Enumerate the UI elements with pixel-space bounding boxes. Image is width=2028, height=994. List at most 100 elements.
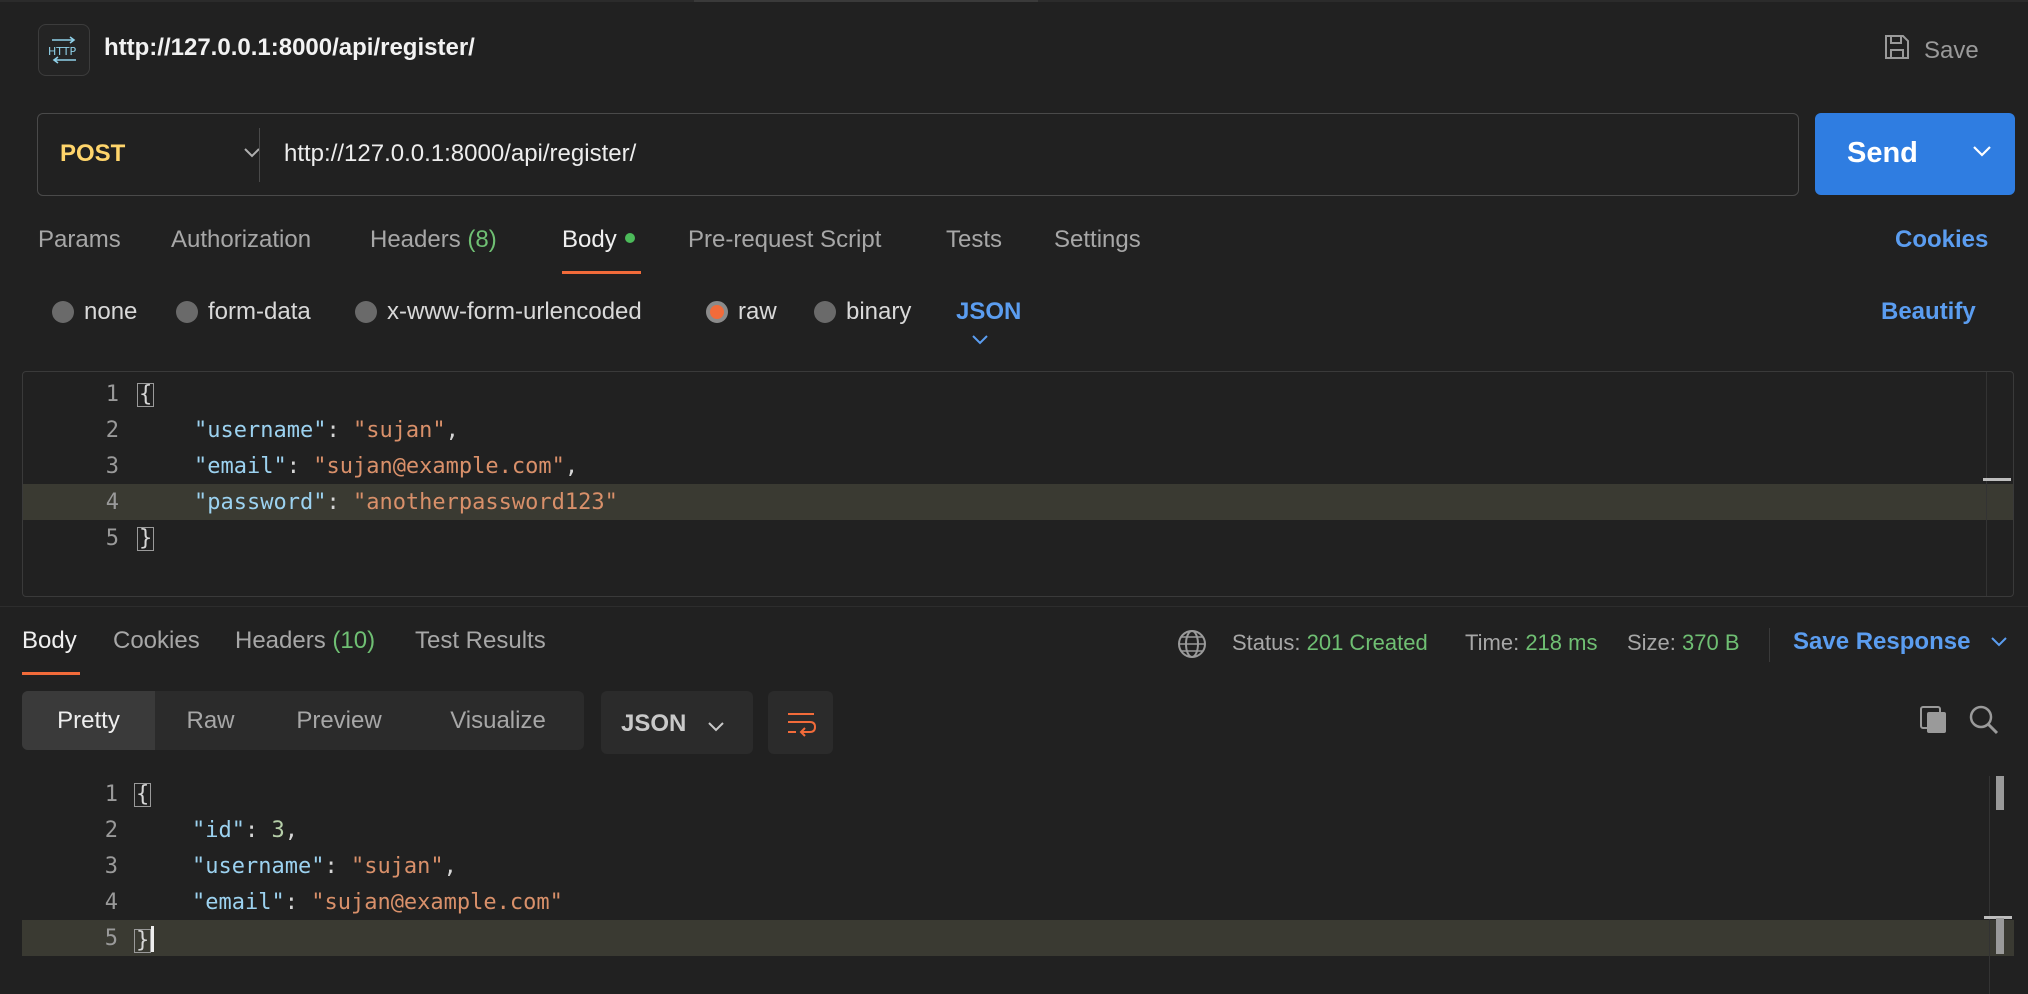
code-line: 3 "email": "sujan@example.com", [23, 448, 2013, 484]
time-info[interactable]: Time: 218 ms [1465, 630, 1597, 656]
code-line: 5 } [23, 520, 2013, 556]
copy-icon[interactable] [1917, 703, 1951, 742]
radio-circle-selected [706, 301, 728, 323]
json-value: "sujan" [352, 418, 446, 443]
line-number: 4 [105, 490, 119, 515]
search-icon[interactable] [1967, 703, 2001, 742]
request-header: HTTP http://127.0.0.1:8000/api/register/… [0, 0, 2028, 100]
tab-response-cookies[interactable]: Cookies [113, 627, 200, 655]
view-pretty-button[interactable]: Pretty [22, 691, 155, 750]
tab-response-headers-label: Headers [235, 627, 326, 654]
code-line: 3 "username": "sujan", [22, 848, 2014, 884]
size-info[interactable]: Size: 370 B [1627, 630, 1740, 656]
tab-active-underline [562, 271, 641, 274]
url-input[interactable]: http://127.0.0.1:8000/api/register/ [284, 140, 636, 168]
line-number: 5 [105, 526, 119, 551]
radio-raw[interactable]: raw [706, 298, 777, 326]
radio-circle [176, 301, 198, 323]
line-number: 1 [104, 782, 118, 807]
line-number: 4 [104, 890, 118, 915]
json-value: "sujan@example.com" [313, 454, 565, 479]
save-button[interactable]: Save [1882, 32, 1979, 69]
save-response-button[interactable]: Save Response [1793, 628, 2009, 656]
open-brace: { [137, 382, 155, 407]
status-info[interactable]: Status: 201 Created [1232, 630, 1428, 656]
response-format-label: JSON [621, 710, 687, 737]
code-line-highlighted: 4 "password": "anotherpassword123" [23, 484, 2013, 520]
tab-tests[interactable]: Tests [946, 226, 1002, 254]
tab-test-results[interactable]: Test Results [415, 627, 546, 655]
json-value: "sujan@example.com" [311, 890, 563, 915]
close-brace: } [134, 928, 152, 953]
radio-none-label: none [84, 298, 138, 325]
chevron-down-icon [970, 326, 990, 353]
request-body-editor[interactable]: 1 { 2 "username": "sujan", 3 "email": "s… [22, 371, 2014, 597]
chevron-down-icon [706, 713, 726, 741]
json-key: "email" [192, 890, 285, 915]
tab-body[interactable]: Body [562, 226, 635, 254]
text-cursor [151, 926, 155, 952]
url-bar: POST http://127.0.0.1:8000/api/register/ [37, 113, 1799, 196]
send-options-chevron-icon[interactable] [1971, 143, 1993, 164]
tab-response-headers[interactable]: Headers (10) [235, 627, 375, 655]
tab-authorization[interactable]: Authorization [171, 226, 311, 254]
send-label: Send [1847, 137, 1918, 169]
editor-scrollbar[interactable] [1986, 372, 1987, 596]
viewer-scrollbar[interactable] [1989, 776, 1990, 994]
pane-divider[interactable] [0, 606, 2028, 607]
code-line: 1 { [23, 376, 2013, 412]
code-line: 4 "email": "sujan@example.com" [22, 884, 2014, 920]
save-label: Save [1924, 36, 1979, 64]
svg-text:HTTP: HTTP [48, 45, 77, 58]
request-title: http://127.0.0.1:8000/api/register/ [104, 34, 475, 61]
save-response-label: Save Response [1793, 628, 1971, 655]
chevron-down-icon [1989, 628, 2009, 655]
beautify-button[interactable]: Beautify [1881, 298, 1976, 326]
body-modified-dot [624, 233, 635, 243]
wrap-lines-icon[interactable] [768, 691, 833, 754]
cookies-link[interactable]: Cookies [1895, 226, 1988, 254]
view-visualize-button[interactable]: Visualize [412, 691, 584, 750]
http-icon: HTTP [38, 24, 90, 76]
globe-icon[interactable] [1176, 628, 1208, 666]
tab-response-headers-count: (10) [332, 627, 376, 654]
line-number: 1 [105, 382, 119, 407]
view-preview-button[interactable]: Preview [266, 691, 412, 750]
scrollbar-thumb[interactable] [1996, 776, 2004, 810]
radio-urlencoded-label: x-www-form-urlencoded [387, 298, 642, 325]
radio-binary-label: binary [846, 298, 912, 325]
tab-pre-request-script[interactable]: Pre-request Script [688, 226, 881, 254]
tab-params[interactable]: Params [38, 226, 121, 254]
line-number: 3 [105, 454, 119, 479]
tab-headers[interactable]: Headers (8) [370, 226, 497, 254]
line-number: 2 [104, 818, 118, 843]
view-raw-button[interactable]: Raw [155, 691, 266, 750]
radio-x-www-form-urlencoded[interactable]: x-www-form-urlencoded [355, 298, 642, 326]
time-value: 218 ms [1525, 630, 1598, 655]
response-format-select[interactable]: JSON [601, 691, 753, 754]
response-view-toggle: Pretty Raw Preview Visualize [22, 691, 584, 750]
tab-headers-label: Headers [370, 226, 461, 253]
radio-circle [52, 301, 74, 323]
status-divider [1769, 628, 1770, 662]
status-value: 201 Created [1306, 630, 1428, 655]
size-label: Size: [1627, 630, 1676, 655]
json-key: "password" [194, 490, 327, 515]
response-body-viewer[interactable]: 1 { 2 "id": 3, 3 "username": "sujan", 4 … [22, 776, 2014, 994]
code-line: 1 { [22, 776, 2014, 812]
radio-form-data-label: form-data [208, 298, 311, 325]
body-format-label: JSON [956, 298, 1022, 325]
radio-none[interactable]: none [52, 298, 137, 326]
tab-body-label: Body [562, 226, 617, 253]
radio-form-data[interactable]: form-data [176, 298, 311, 326]
radio-circle [814, 301, 836, 323]
tab-response-body[interactable]: Body [22, 627, 77, 655]
tab-settings[interactable]: Settings [1054, 226, 1141, 254]
scroll-position-marker [1983, 478, 2011, 481]
send-button[interactable]: Send [1815, 113, 2015, 195]
radio-binary[interactable]: binary [814, 298, 911, 326]
url-divider [259, 128, 260, 182]
radio-raw-label: raw [738, 298, 777, 325]
body-format-select[interactable]: JSON [956, 298, 1035, 354]
method-select[interactable]: POST [60, 140, 125, 168]
